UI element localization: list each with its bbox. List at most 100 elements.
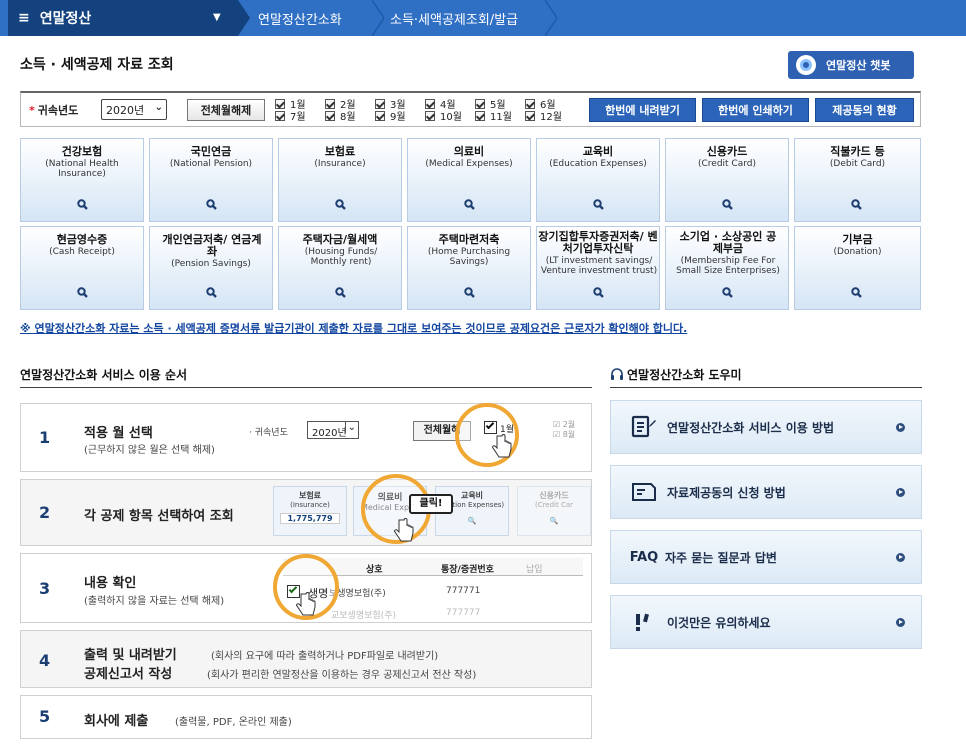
month-checkbox-10[interactable]: 10월 (425, 110, 475, 123)
step-number: 4 (39, 651, 51, 670)
chatbot-icon (796, 55, 816, 75)
helper-faq[interactable]: FAQ 자주 묻는 질문과 답변 (610, 530, 922, 584)
search-icon (593, 199, 604, 210)
step-title-2: 공제신고서 작성 (84, 667, 173, 682)
mock-month-8: ☑ 8월 (553, 430, 576, 439)
helper-consent-guide[interactable]: 자료제공동의 신청 방법 (610, 465, 922, 519)
category-pension-savings[interactable]: 개인연금저축/ 연금계좌 (Pension Savings) (149, 226, 273, 310)
clear-all-months-button[interactable]: 전체월해제 (187, 98, 265, 121)
chatbot-button[interactable]: 연말정산 챗봇 (788, 51, 914, 79)
category-education-expenses[interactable]: 교육비 (Education Expenses) (536, 138, 660, 222)
pointer-hand-icon (492, 434, 512, 458)
notice-link[interactable]: ※ 연말정산간소화 자료는 소득 · 세액공제 증명서류 발급기관이 제출한 자… (20, 320, 687, 336)
category-home-purchasing-savings[interactable]: 주택마련저축 (Home Purchasing Savings) (407, 226, 531, 310)
checkbox-checked-icon (275, 110, 285, 121)
search-icon (335, 287, 346, 298)
search-icon (206, 199, 217, 210)
main-menu-dropdown[interactable]: ≡ 연말정산 ▼ (8, 0, 238, 36)
filter-bar: * 귀속년도 2020년 ⌄ 전체월해제 1월 2월 3월 4월 5월 6월 7월… (20, 91, 921, 127)
mock-year-label: · 귀속년도 (249, 428, 288, 438)
search-icon (464, 287, 475, 298)
month-checkbox-7[interactable]: 7월 (275, 110, 325, 123)
category-housing-funds[interactable]: 주택자금/월세액 (Housing Funds/ Monthly rent) (278, 226, 402, 310)
category-insurance[interactable]: 보험료 (Insurance) (278, 138, 402, 222)
category-health-insurance[interactable]: 건강보험 (National Health Insurance) (20, 138, 144, 222)
category-credit-card[interactable]: 신용카드 (Credit Card) (665, 138, 789, 222)
helper-label: 자료제공동의 신청 방법 (667, 485, 786, 500)
step-subtitle: (출력물, PDF, 온라인 제출) (175, 717, 292, 728)
step-number: 3 (39, 579, 51, 598)
step-title: 내용 확인 (84, 576, 137, 591)
mock-header-payment: 납입 (526, 565, 543, 575)
category-debit-card[interactable]: 직불카드 등 (Debit Card) (794, 138, 921, 222)
search-icon (335, 199, 346, 210)
checkbox-checked-icon (475, 110, 485, 121)
year-label: * 귀속년도 (29, 103, 79, 117)
month-checkbox-9[interactable]: 9월 (375, 110, 425, 123)
print-all-button[interactable]: 한번에 인쇄하기 (702, 98, 809, 122)
chevron-down-icon: ⌄ (154, 102, 163, 113)
breadcrumb-separator-icon (544, 0, 558, 37)
document-edit-icon (631, 414, 657, 440)
checkbox-checked-icon (525, 110, 535, 121)
category-national-pension[interactable]: 국민연금 (National Pension) (149, 138, 273, 222)
checkbox-checked-icon (525, 98, 535, 109)
steps-section-divider (20, 387, 592, 388)
arrow-right-icon (896, 488, 905, 497)
chatbot-label: 연말정산 챗봇 (826, 59, 891, 72)
click-tooltip: 클릭! (409, 494, 453, 514)
steps-section-title: 연말정산간소화 서비스 이용 순서 (20, 368, 188, 382)
arrow-right-icon (896, 423, 905, 432)
mock-row2-company: 교보생명보험(주) (331, 611, 396, 621)
download-all-button[interactable]: 한번에 내려받기 (589, 98, 696, 122)
year-select[interactable]: 2020년 ⌄ (101, 99, 167, 120)
helper-label: 이것만은 유의하세요 (667, 615, 771, 630)
step-number: 1 (39, 428, 51, 447)
breadcrumb-item-current[interactable]: 소득·세액공제조회/발급 (390, 0, 518, 36)
category-small-enterprise-fee[interactable]: 소기업 · 소상공인 공제부금 (Membership Fee For Small… (665, 226, 789, 310)
helper-usage-guide[interactable]: 연말정산간소화 서비스 이용 방법 (610, 400, 922, 454)
mock-checkbox-checked-icon (484, 420, 497, 434)
search-icon (722, 199, 733, 210)
checkbox-checked-icon (475, 98, 485, 109)
step-title: 회사에 제출 (84, 714, 149, 729)
pointer-hand-icon (296, 592, 316, 616)
category-lt-investment-savings[interactable]: 장기집합투자증권저축/ 벤처기업투자신탁 (LT investment savin… (536, 226, 660, 310)
step-number: 5 (39, 707, 51, 726)
mock-year-select: 2020년 ⌄ (307, 421, 359, 439)
top-nav: ≡ 연말정산 ▼ 연말정산간소화 소득·세액공제조회/발급 (0, 0, 966, 37)
step-subtitle: (근무하지 않은 월은 선택 해제) (84, 445, 215, 456)
hamburger-icon: ≡ (18, 10, 30, 26)
category-medical-expenses[interactable]: 의료비 (Medical Expenses) (407, 138, 531, 222)
checkbox-checked-icon (325, 98, 335, 109)
breadcrumb-separator-icon (371, 0, 385, 37)
breadcrumb-item-simplified[interactable]: 연말정산간소화 (258, 0, 342, 36)
search-icon (851, 287, 862, 298)
step-5: 5 회사에 제출 (출력물, PDF, 온라인 제출) (20, 695, 592, 739)
consent-status-button[interactable]: 제공동의 현황 (815, 98, 914, 122)
arrow-right-icon (896, 553, 905, 562)
step-title: 출력 및 내려받기 (84, 648, 177, 663)
month-checkbox-11[interactable]: 11월 (475, 110, 525, 123)
step-subtitle-2: (회사가 편리한 연말정산을 이용하는 경우 공제신고서 전산 작성) (207, 670, 477, 681)
checkbox-checked-icon (425, 98, 435, 109)
mock-header-account: 통장/증권번호 (441, 565, 494, 575)
faq-icon: FAQ (629, 549, 659, 565)
mock-row2-number: 777777 (446, 608, 481, 618)
month-checkbox-8[interactable]: 8월 (325, 110, 375, 123)
helper-section-divider (610, 387, 922, 388)
search-icon (77, 199, 88, 210)
step-2: 2 각 공제 항목 선택하여 조회 보험료 (Insurance) 1,775,7… (20, 474, 592, 546)
mock-category-insurance: 보험료 (Insurance) 1,775,779 (273, 486, 347, 536)
category-cash-receipt[interactable]: 현금영수증 (Cash Receipt) (20, 226, 144, 310)
step-subtitle: (회사의 요구에 따라 출력하거나 PDF파일로 내려받기) (211, 651, 439, 662)
menu-title: 연말정산 (39, 11, 92, 27)
checkbox-checked-icon (375, 98, 385, 109)
helper-section-title: 연말정산간소화 도우미 (610, 366, 742, 383)
month-checkbox-12[interactable]: 12월 (525, 110, 575, 123)
document-icon (631, 479, 657, 505)
step-4: 4 출력 및 내려받기 공제신고서 작성 (회사의 요구에 따라 출력하거나 P… (20, 630, 592, 688)
category-donation[interactable]: 기부금 (Donation) (794, 226, 921, 310)
warning-icon (631, 609, 657, 635)
helper-caution[interactable]: 이것만은 유의하세요 (610, 595, 922, 649)
